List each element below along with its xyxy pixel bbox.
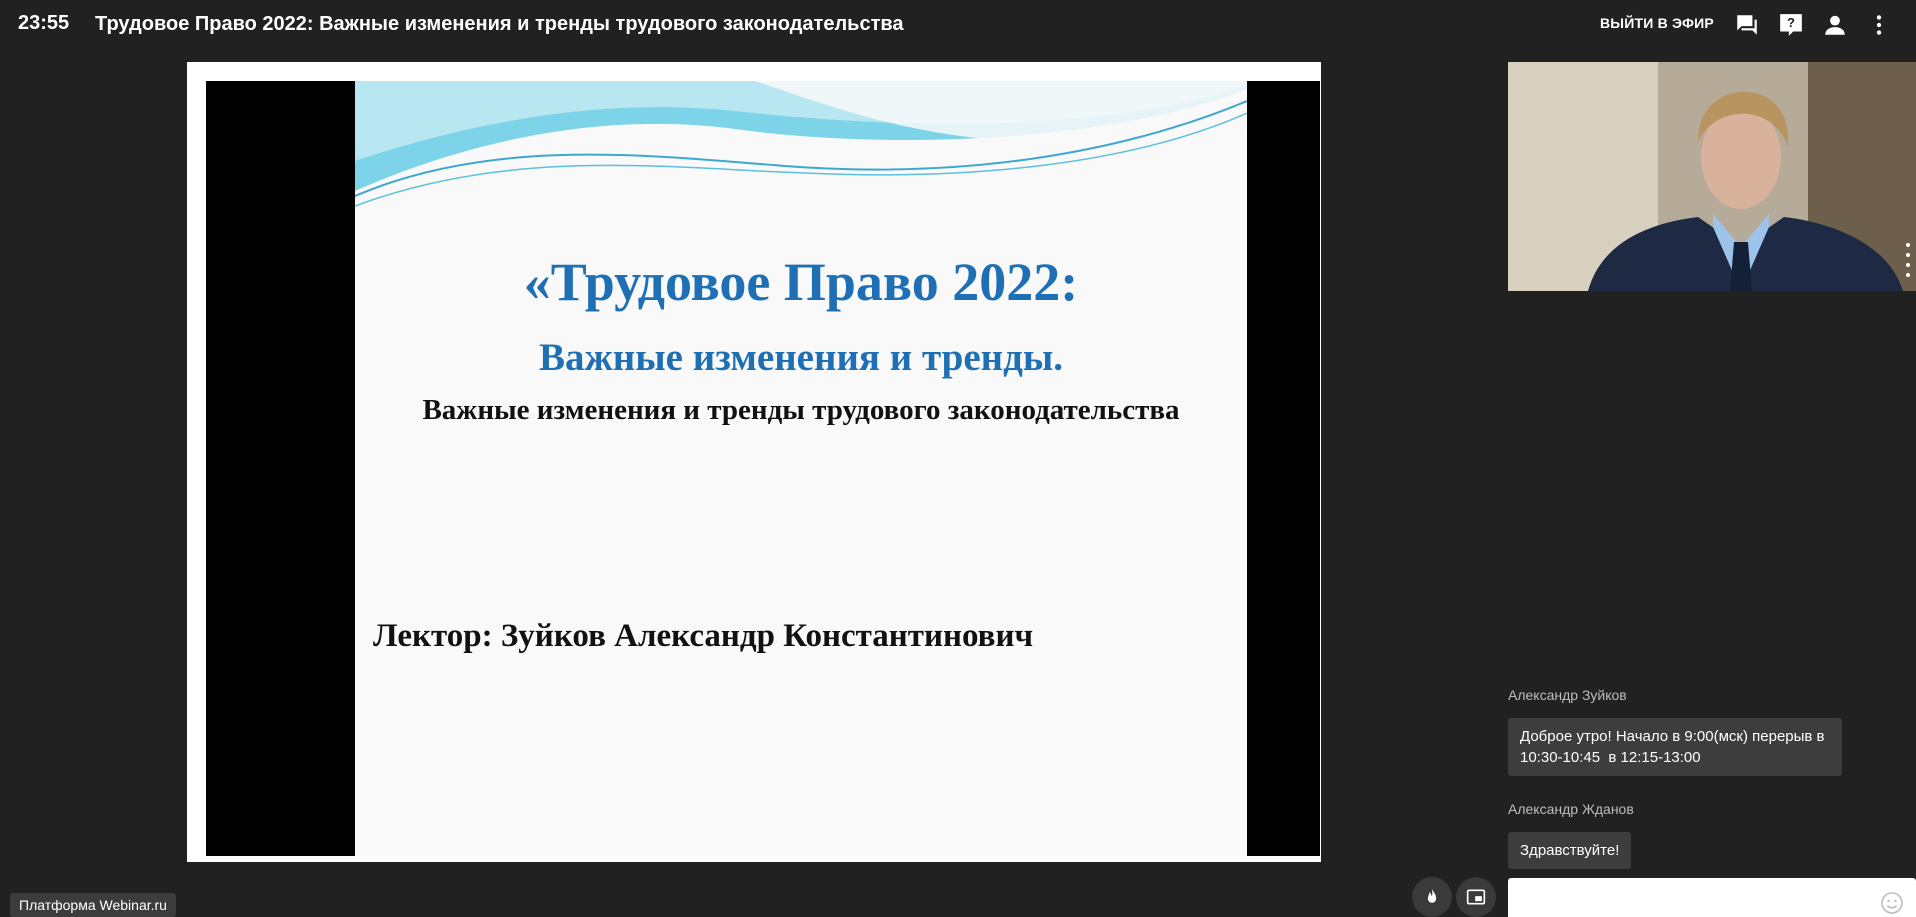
more-vert-icon[interactable]: [1866, 12, 1892, 38]
person-icon[interactable]: [1822, 12, 1848, 38]
svg-text:?: ?: [1787, 15, 1795, 30]
slide-wave-decoration: [355, 81, 1247, 207]
chat-message: Здравствуйте!: [1508, 832, 1632, 869]
reaction-button[interactable]: [1412, 877, 1452, 917]
chat-message-line: Здравствуйте!: [1520, 842, 1620, 859]
event-title: Трудовое Право 2022: Важные изменения и …: [95, 13, 904, 35]
slide-subheading: Важные изменения и тренды.: [538, 336, 1064, 379]
chat-icon[interactable]: [1734, 12, 1760, 38]
slide-subtitle: Важные изменения и тренды трудового зако…: [422, 394, 1180, 426]
pip-button[interactable]: [1456, 877, 1496, 917]
chat-message: Доброе утро! Начало в 9:00(мск) перерыв …: [1508, 718, 1842, 776]
clock: 23:55: [18, 12, 70, 34]
chat-message-line: 10:30-10:45 в 12:15-13:00: [1520, 749, 1701, 766]
presentation-slide: «Трудовое Право 2022: Важные изменения и…: [355, 81, 1247, 856]
slide-heading: «Трудовое Право 2022:: [523, 252, 1079, 312]
flame-icon: [1427, 888, 1437, 903]
help-icon[interactable]: ?: [1778, 12, 1804, 38]
chat-message-line: Доброе утро! Начало в 9:00(мск) перерыв …: [1520, 728, 1825, 745]
picture-in-picture-icon: [1466, 889, 1486, 905]
speaker-video-frame: [1508, 62, 1916, 291]
speaker-video[interactable]: [1508, 62, 1916, 291]
chat-author: Александр Жданов: [1508, 801, 1634, 817]
emoji-icon[interactable]: [1880, 891, 1904, 915]
chat-input[interactable]: [1508, 878, 1916, 917]
go-on-air-button[interactable]: ВЫЙТИ В ЭФИР: [1600, 15, 1714, 31]
video-menu-icon[interactable]: [1904, 240, 1912, 280]
slide-lecturer: Лектор: Зуйков Александр Константинович: [373, 618, 1034, 654]
chat-author: Александр Зуйков: [1508, 687, 1627, 703]
platform-badge[interactable]: Платформа Webinar.ru: [10, 893, 176, 917]
top-bar: 23:55 Трудовое Право 2022: Важные измене…: [0, 0, 1916, 50]
